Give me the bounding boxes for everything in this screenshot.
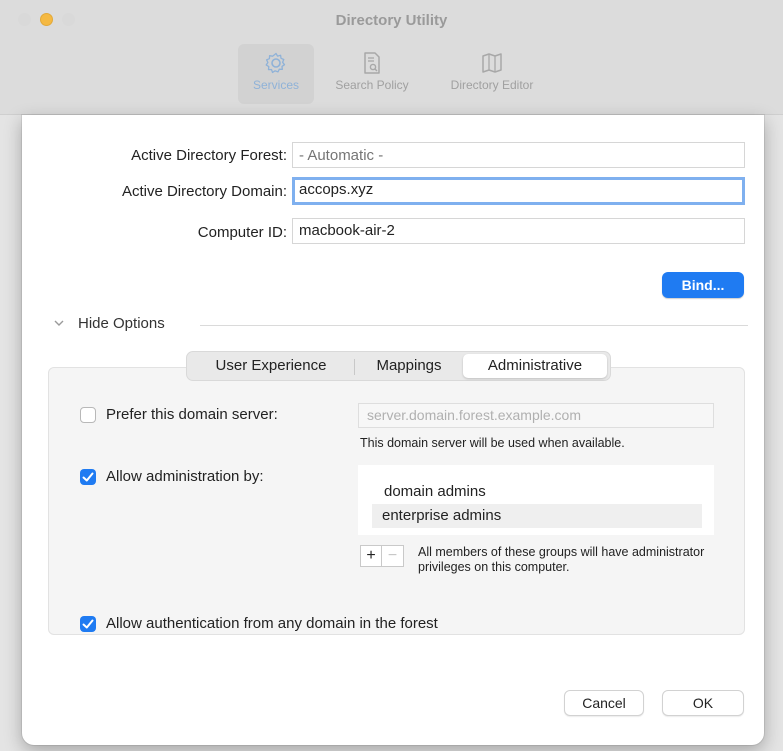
allow-auth-checkbox[interactable] [80, 616, 96, 632]
chevron-down-icon[interactable] [52, 316, 66, 330]
groups-hint: All members of these groups will have ad… [418, 545, 705, 574]
computer-id-label: Computer ID: [197, 224, 287, 241]
allow-admin-checkbox[interactable] [80, 469, 96, 485]
prefer-server-label: Prefer this domain server: [106, 406, 278, 423]
tab-administrative[interactable]: Administrative [463, 354, 607, 378]
tab-divider [354, 359, 355, 375]
hide-options-label[interactable]: Hide Options [78, 315, 165, 332]
domain-server-field[interactable]: server.domain.forest.example.com [358, 403, 714, 428]
title-bar: Directory Utility Services Search Policy [0, 0, 783, 115]
allow-admin-label: Allow administration by: [106, 468, 264, 485]
options-tabs: User Experience Mappings Administrative [186, 351, 611, 381]
add-group-button[interactable]: + [360, 545, 382, 567]
computer-id-field[interactable]: macbook-air-2 [292, 218, 745, 244]
remove-group-button[interactable]: − [382, 545, 404, 567]
domain-label: Active Directory Domain: [121, 183, 287, 200]
cancel-button[interactable]: Cancel [564, 690, 644, 716]
window-title: Directory Utility [335, 12, 448, 29]
tab-mappings[interactable]: Mappings [359, 354, 459, 378]
forest-label: Active Directory Forest: [131, 147, 287, 164]
tab-user-experience[interactable]: User Experience [191, 354, 351, 378]
toolbar-services-label: Services [252, 78, 299, 92]
options-toggle-row: Hide Options [52, 315, 748, 335]
map-icon [482, 53, 502, 73]
options-divider [200, 325, 748, 326]
checkmark-icon [82, 619, 94, 629]
bind-sheet: Active Directory Forest: Active Director… [22, 115, 764, 745]
gear-icon [265, 52, 286, 74]
toolbar-search-policy-label: Search Policy [335, 78, 409, 92]
toolbar-services[interactable]: Services [238, 44, 314, 104]
ok-button[interactable]: OK [662, 690, 744, 716]
toolbar-directory-editor[interactable]: Directory Editor [432, 44, 552, 104]
server-hint: This domain server will be used when ava… [360, 436, 625, 450]
toolbar-search-policy[interactable]: Search Policy [320, 44, 424, 104]
checkmark-icon [82, 472, 94, 482]
domain-field[interactable]: accops.xyz [292, 177, 745, 205]
list-item-selected[interactable]: enterprise admins [372, 504, 702, 528]
toolbar-directory-editor-label: Directory Editor [450, 78, 534, 92]
admin-groups-list[interactable]: domain admins enterprise admins [358, 465, 714, 535]
document-search-icon [364, 52, 380, 74]
forest-field[interactable] [292, 142, 745, 168]
prefer-server-checkbox[interactable] [80, 407, 96, 423]
bind-button[interactable]: Bind... [662, 272, 744, 298]
allow-auth-label: Allow authentication from any domain in … [106, 615, 438, 632]
list-item[interactable]: domain admins [374, 480, 704, 504]
